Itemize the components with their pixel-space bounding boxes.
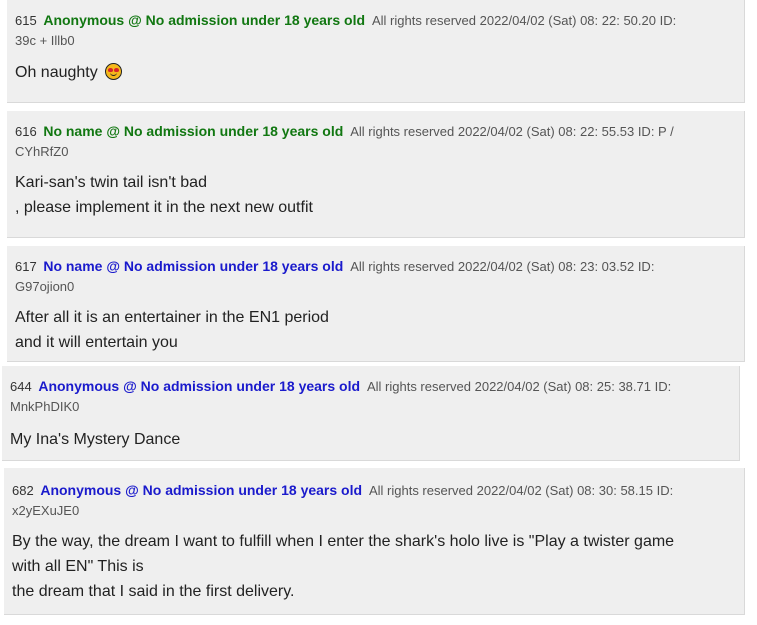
post-number: 615	[15, 13, 37, 28]
post-id[interactable]: 39c + Illb0	[15, 33, 75, 48]
post-616: 616 No name @ No admission under 18 year…	[7, 111, 745, 238]
post-meta: All rights reserved 2022/04/02 (Sat) 08:…	[366, 379, 672, 394]
post-body-line: and it will entertain you	[15, 334, 178, 351]
post-id[interactable]: x2yEXuJE0	[12, 503, 79, 518]
post-body-line: Oh naughty	[15, 64, 98, 81]
post-615: 615 Anonymous @ No admission under 18 ye…	[7, 0, 745, 103]
post-meta: All rights reserved 2022/04/02 (Sat) 08:…	[350, 259, 655, 274]
post-body-line: My Ina's Mystery Dance	[10, 431, 181, 448]
post-number: 682	[12, 483, 34, 498]
post-number: 616	[15, 124, 37, 139]
post-644: 644 Anonymous @ No admission under 18 ye…	[2, 366, 740, 461]
post-body-line: After all it is an entertainer in the EN…	[15, 309, 329, 326]
post-meta: All rights reserved 2022/04/02 (Sat) 08:…	[371, 13, 677, 28]
post-id[interactable]: CYhRfZ0	[15, 144, 68, 159]
heart-eyes-emoji-icon	[105, 63, 123, 80]
post-id[interactable]: MnkPhDIK0	[10, 399, 79, 414]
post-body-line: the dream that I said in the first deliv…	[12, 583, 295, 600]
post-body-line: , please implement it in the next new ou…	[15, 199, 313, 216]
poster-name[interactable]: No name @ No admission under 18 years ol…	[43, 123, 343, 139]
poster-name[interactable]: Anonymous @ No admission under 18 years …	[38, 378, 360, 394]
poster-name[interactable]: No name @ No admission under 18 years ol…	[43, 258, 343, 274]
post-number: 644	[10, 379, 32, 394]
post-number: 617	[15, 259, 37, 274]
post-id[interactable]: G97ojion0	[15, 279, 74, 294]
post-meta: All rights reserved 2022/04/02 (Sat) 08:…	[350, 124, 674, 139]
post-617: 617 No name @ No admission under 18 year…	[7, 246, 745, 362]
post-body-line: with all EN" This is	[12, 558, 144, 575]
post-body-line: Kari-san's twin tail isn't bad	[15, 174, 207, 191]
post-682: 682 Anonymous @ No admission under 18 ye…	[4, 468, 745, 615]
post-meta: All rights reserved 2022/04/02 (Sat) 08:…	[368, 483, 674, 498]
poster-name[interactable]: Anonymous @ No admission under 18 years …	[43, 12, 365, 28]
poster-name[interactable]: Anonymous @ No admission under 18 years …	[40, 482, 362, 498]
post-body-line: By the way, the dream I want to fulfill …	[12, 533, 675, 550]
